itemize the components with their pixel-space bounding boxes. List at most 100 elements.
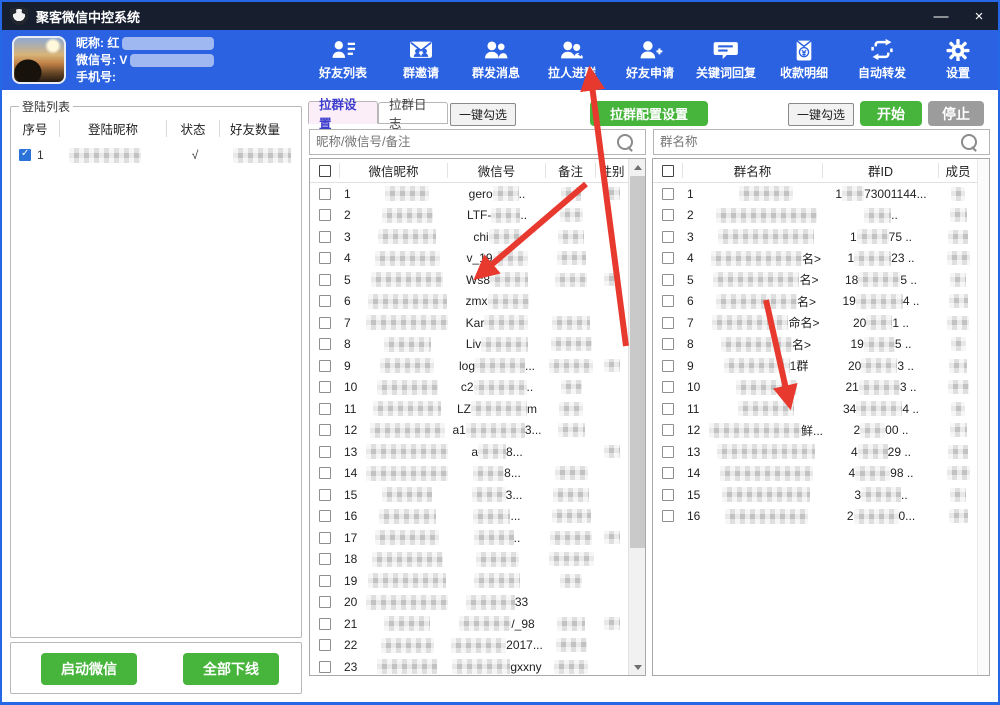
friend-row-checkbox[interactable]	[319, 403, 331, 415]
friend-row-checkbox[interactable]	[319, 553, 331, 565]
friend-row-checkbox[interactable]	[319, 360, 331, 372]
friend-row-checkbox[interactable]	[319, 295, 331, 307]
group-row-checkbox[interactable]	[662, 467, 674, 479]
friend-row-checkbox[interactable]	[319, 661, 331, 673]
stop-button[interactable]: 停止	[928, 101, 984, 126]
friend-row[interactable]: 222017...	[310, 635, 645, 657]
login-row-checkbox[interactable]	[19, 149, 31, 161]
group-row-checkbox[interactable]	[662, 338, 674, 350]
toolbar-item-payment-detail[interactable]: 收款明细	[766, 36, 842, 81]
friend-row[interactable]: 19	[310, 570, 645, 592]
login-row[interactable]: 1 √	[11, 143, 301, 167]
friend-row[interactable]: 3chi	[310, 226, 645, 248]
friend-row[interactable]: 23gxxny	[310, 656, 645, 676]
friend-row[interactable]: 9log...	[310, 355, 645, 377]
friend-row-checkbox[interactable]	[319, 188, 331, 200]
group-row-checkbox[interactable]	[662, 360, 674, 372]
friend-row[interactable]: 153...	[310, 484, 645, 506]
group-row[interactable]: 7命名>201 ..	[653, 312, 989, 334]
group-row[interactable]: 153..	[653, 484, 989, 506]
group-config-button[interactable]: 拉群配置设置	[590, 101, 708, 126]
group-row[interactable]: 1173001144...	[653, 183, 989, 205]
minimize-button[interactable]: —	[924, 2, 958, 30]
friend-row-checkbox[interactable]	[319, 618, 331, 630]
group-row-checkbox[interactable]	[662, 381, 674, 393]
start-wechat-button[interactable]: 启动微信	[41, 653, 137, 685]
all-offline-button[interactable]: 全部下线	[183, 653, 279, 685]
friend-row-checkbox[interactable]	[319, 446, 331, 458]
group-row-checkbox[interactable]	[662, 424, 674, 436]
friend-row[interactable]: 12a13...	[310, 420, 645, 442]
group-row-checkbox[interactable]	[662, 317, 674, 329]
toolbar-item-auto-forward[interactable]: 自动转发	[844, 36, 920, 81]
group-row-checkbox[interactable]	[662, 231, 674, 243]
group-row[interactable]: 10213 ..	[653, 377, 989, 399]
start-button[interactable]: 开始	[860, 101, 922, 126]
friend-row[interactable]: 2LTF-..	[310, 205, 645, 227]
search-icon[interactable]	[961, 134, 977, 150]
friend-row-checkbox[interactable]	[319, 424, 331, 436]
group-row-checkbox[interactable]	[662, 510, 674, 522]
search-icon[interactable]	[617, 134, 633, 150]
group-row[interactable]: 12鲜...200 ..	[653, 420, 989, 442]
friend-row[interactable]: 17..	[310, 527, 645, 549]
friend-row[interactable]: 6zmx	[310, 291, 645, 313]
friend-row-checkbox[interactable]	[319, 274, 331, 286]
friend-row[interactable]: 4v_19	[310, 248, 645, 270]
select-all-right-button[interactable]: 一键勾选	[788, 103, 854, 126]
group-row-checkbox[interactable]	[662, 295, 674, 307]
group-row[interactable]: 11344 ..	[653, 398, 989, 420]
friend-row-checkbox[interactable]	[319, 231, 331, 243]
group-row[interactable]: 8名>195 ..	[653, 334, 989, 356]
toolbar-item-friends-list[interactable]: 好友列表	[305, 36, 381, 81]
user-avatar[interactable]	[12, 36, 66, 84]
group-search-input[interactable]	[654, 134, 961, 150]
friend-row-checkbox[interactable]	[319, 252, 331, 264]
toolbar-item-group-message[interactable]: 群发消息	[458, 36, 534, 81]
tab-pull-group-log[interactable]: 拉群日志	[378, 102, 448, 124]
groups-select-all-checkbox[interactable]	[662, 165, 674, 177]
friend-row-checkbox[interactable]	[319, 510, 331, 522]
friend-row-checkbox[interactable]	[319, 467, 331, 479]
scrollbar-thumb[interactable]	[630, 176, 645, 548]
friend-row[interactable]: 148...	[310, 463, 645, 485]
friend-row[interactable]: 21/_98	[310, 613, 645, 635]
group-row-checkbox[interactable]	[662, 252, 674, 264]
group-row[interactable]: 6名>194 ..	[653, 291, 989, 313]
toolbar-item-settings[interactable]: 设置	[920, 36, 996, 81]
group-row-checkbox[interactable]	[662, 446, 674, 458]
friend-row-checkbox[interactable]	[319, 575, 331, 587]
friend-row-checkbox[interactable]	[319, 317, 331, 329]
group-row[interactable]: 2..	[653, 205, 989, 227]
group-row[interactable]: 1620...	[653, 506, 989, 528]
scroll-down-arrow[interactable]	[629, 659, 646, 675]
group-row-checkbox[interactable]	[662, 403, 674, 415]
friend-row[interactable]: 16...	[310, 506, 645, 528]
friend-row[interactable]: 13a8...	[310, 441, 645, 463]
tab-pull-group-settings[interactable]: 拉群设置	[308, 101, 378, 124]
friend-row-checkbox[interactable]	[319, 489, 331, 501]
close-button[interactable]: ×	[962, 2, 996, 30]
select-all-left-button[interactable]: 一键勾选	[450, 103, 516, 126]
friend-row[interactable]: 18	[310, 549, 645, 571]
friend-row-checkbox[interactable]	[319, 639, 331, 651]
friend-row[interactable]: 2033	[310, 592, 645, 614]
friend-row-checkbox[interactable]	[319, 381, 331, 393]
friend-row[interactable]: 5Ws8	[310, 269, 645, 291]
friend-row-checkbox[interactable]	[319, 596, 331, 608]
friend-row-checkbox[interactable]	[319, 338, 331, 350]
friend-row[interactable]: 7Kar	[310, 312, 645, 334]
scroll-up-arrow[interactable]	[629, 159, 646, 175]
friend-row[interactable]: 11LZm	[310, 398, 645, 420]
friend-row[interactable]: 10c2..	[310, 377, 645, 399]
toolbar-item-pull-into-group[interactable]: 拉人进群	[534, 36, 610, 81]
group-row-checkbox[interactable]	[662, 274, 674, 286]
group-row-checkbox[interactable]	[662, 209, 674, 221]
friend-row-checkbox[interactable]	[319, 209, 331, 221]
group-row[interactable]: 14498 ..	[653, 463, 989, 485]
friend-row[interactable]: 8Liv	[310, 334, 645, 356]
group-row[interactable]: 4名>123 ..	[653, 248, 989, 270]
friend-row[interactable]: 1gero..	[310, 183, 645, 205]
group-row[interactable]: 13429 ..	[653, 441, 989, 463]
friend-row-checkbox[interactable]	[319, 532, 331, 544]
